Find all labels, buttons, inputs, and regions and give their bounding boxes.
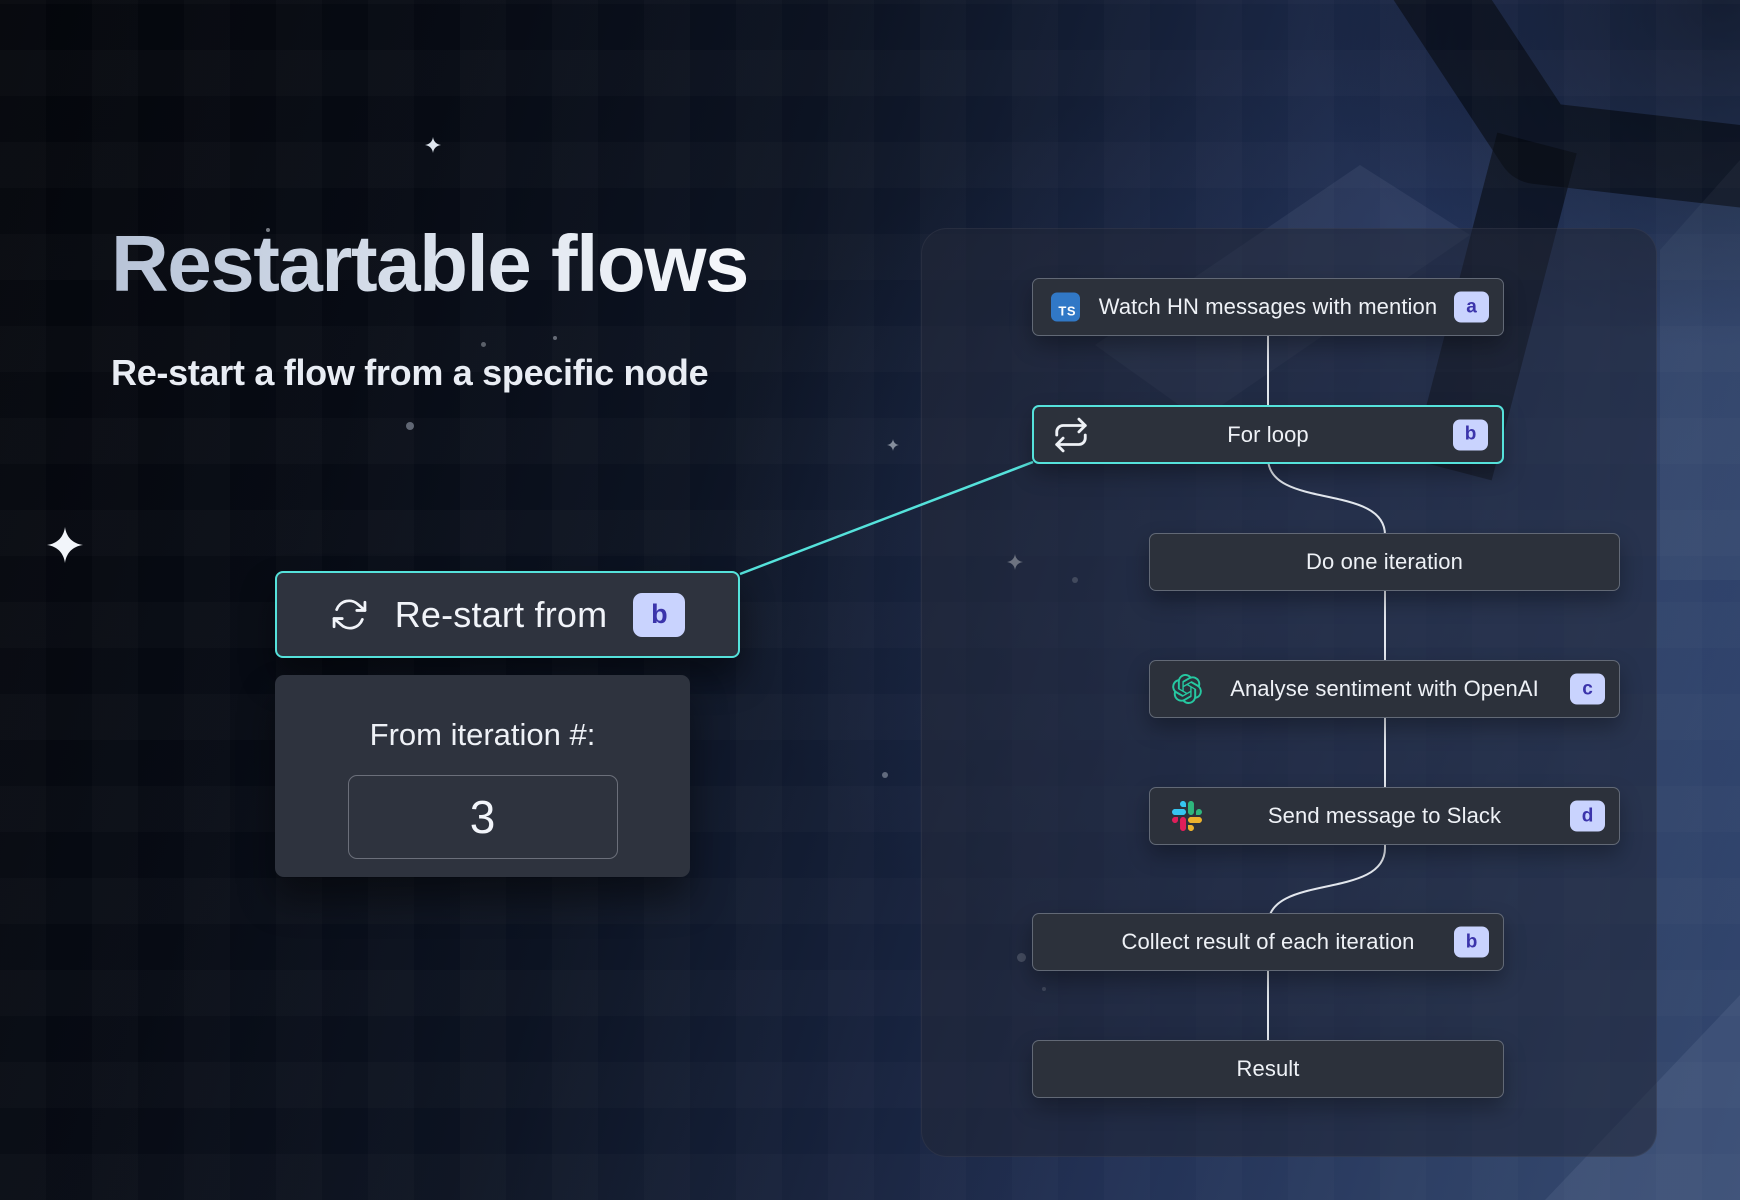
node-badge: b <box>1454 927 1489 958</box>
flow-node-watch-hn[interactable]: TS Watch HN messages with mention a <box>1032 278 1504 336</box>
node-label: Result <box>1033 1056 1503 1082</box>
node-label: Send message to Slack <box>1150 803 1619 829</box>
iteration-label: From iteration #: <box>370 717 596 753</box>
node-label: Watch HN messages with mention <box>1033 294 1503 320</box>
node-label: Do one iteration <box>1150 549 1619 575</box>
node-label: Analyse sentiment with OpenAI <box>1150 676 1619 702</box>
star-dot <box>882 772 888 778</box>
node-label: For loop <box>1034 422 1502 448</box>
restart-from-node[interactable]: Re-start from b <box>275 571 740 658</box>
flow-node-do-iteration[interactable]: Do one iteration <box>1149 533 1620 591</box>
star-dot <box>553 336 557 340</box>
node-badge: b <box>1453 419 1488 450</box>
iteration-input[interactable] <box>348 775 618 859</box>
sparkle-star <box>425 137 441 153</box>
restart-badge: b <box>633 593 685 637</box>
iteration-panel: From iteration #: <box>275 675 690 877</box>
sparkle-star <box>47 527 83 563</box>
node-badge: a <box>1454 292 1489 323</box>
refresh-icon <box>330 595 369 634</box>
star-dot <box>481 342 486 347</box>
node-badge: d <box>1570 801 1605 832</box>
page-title: Restartable flows <box>111 222 748 306</box>
node-badge: c <box>1570 674 1605 705</box>
flow-node-result[interactable]: Result <box>1032 1040 1504 1098</box>
flow-node-send-slack[interactable]: Send message to Slack d <box>1149 787 1620 845</box>
flow-node-collect-result[interactable]: Collect result of each iteration b <box>1032 913 1504 971</box>
page: Restartable flows Re-start a flow from a… <box>0 0 1740 1200</box>
restart-label: Re-start from <box>395 594 608 636</box>
star-dot <box>406 422 414 430</box>
flow-node-for-loop[interactable]: For loop b <box>1032 405 1504 464</box>
page-subtitle: Re-start a flow from a specific node <box>111 352 708 394</box>
sparkle-star <box>887 439 899 451</box>
node-label: Collect result of each iteration <box>1033 929 1503 955</box>
flow-node-analyse-sentiment[interactable]: Analyse sentiment with OpenAI c <box>1149 660 1620 718</box>
